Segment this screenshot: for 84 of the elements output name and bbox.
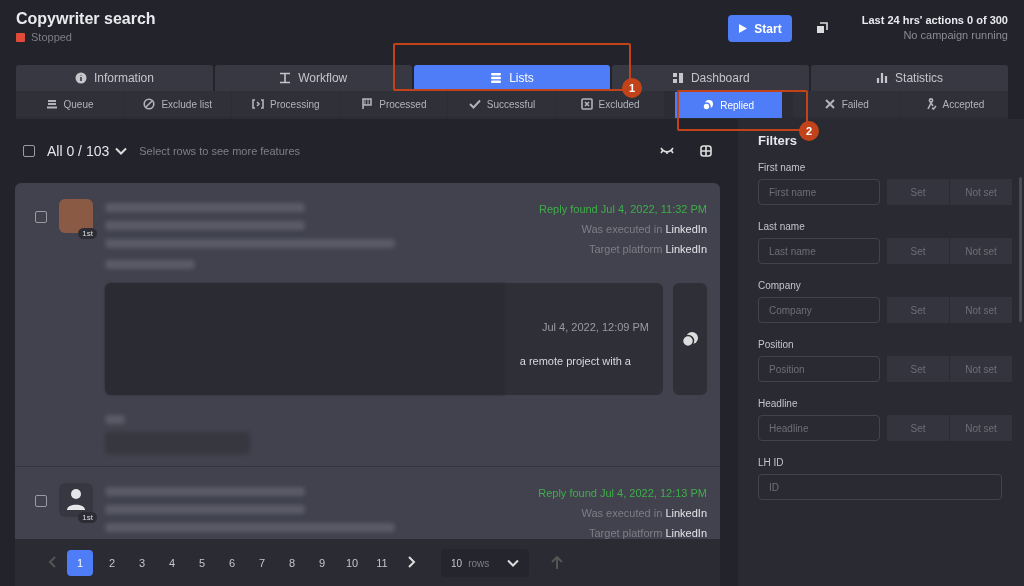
subtab[interactable]: Failed	[792, 91, 900, 117]
chevron-left-icon	[48, 556, 56, 568]
filter-label: Position	[758, 339, 795, 350]
executed-in: Was executed in LinkedIn	[580, 506, 707, 521]
target-platform: Target platform LinkedIn	[588, 242, 707, 257]
chevron-down-icon	[507, 559, 520, 567]
list-icon	[490, 72, 503, 84]
rows-per-page-dropdown[interactable]: 10 rows	[441, 549, 530, 577]
filter-input[interactable]: Last name	[758, 238, 880, 264]
filter-input[interactable]: First name	[758, 179, 880, 205]
chat-icon	[702, 99, 715, 111]
subtab[interactable]: Accepted	[900, 91, 1008, 117]
page-button[interactable]: 11	[367, 550, 397, 576]
subtab[interactable]: Successful	[448, 91, 556, 117]
connection-degree: 1st	[78, 512, 97, 523]
message-date: Jul 4, 2022, 12:09 PM	[542, 321, 649, 333]
filters-title: Filters	[758, 133, 798, 148]
subtab[interactable]: Queue	[16, 91, 124, 117]
grid-icon[interactable]	[700, 145, 712, 157]
page-button[interactable]: 9	[307, 550, 337, 576]
exclude-icon	[580, 98, 593, 110]
target-platform: Target platform LinkedIn	[588, 526, 707, 539]
avatar-silhouette	[59, 483, 93, 517]
copy-icon[interactable]	[815, 22, 828, 34]
reply-status: Reply found Jul 4, 2022, 12:13 PM	[538, 486, 707, 501]
eye-closed-icon[interactable]	[660, 146, 674, 156]
filter-label: First name	[758, 162, 807, 173]
filter-label: LH ID	[758, 457, 785, 468]
page-button[interactable]: 3	[127, 550, 157, 576]
subtab[interactable]: Exclude list	[124, 91, 232, 117]
tab[interactable]: Statistics	[811, 65, 1008, 91]
filter-input[interactable]: Position	[758, 356, 880, 382]
start-button[interactable]: Start	[728, 15, 792, 42]
filter-label: Headline	[758, 398, 799, 409]
page-button[interactable]: 7	[247, 550, 277, 576]
subtab[interactable]: Processed	[340, 91, 448, 117]
tab[interactable]: Workflow	[214, 65, 412, 91]
selection-hint: Select rows to see more features	[139, 145, 302, 157]
tab[interactable]: Lists	[413, 65, 611, 91]
page-button[interactable]: 6	[217, 550, 247, 576]
subtab[interactable]: Processing	[232, 91, 340, 117]
select-all-checkbox[interactable]	[23, 145, 35, 157]
stack-icon	[45, 98, 58, 110]
executed-in: Was executed in LinkedIn	[580, 222, 707, 237]
page-button[interactable]: 1	[67, 550, 93, 576]
chevron-down-icon	[115, 147, 128, 155]
reply-button[interactable]	[673, 283, 707, 395]
filter-input[interactable]: Headline	[758, 415, 880, 441]
tab[interactable]: Information	[16, 65, 213, 91]
blurred-text	[105, 415, 125, 424]
campaign-status: No campaign running	[902, 28, 1008, 43]
chevron-right-icon	[408, 556, 416, 568]
ban-icon	[143, 98, 156, 110]
page-button[interactable]: 5	[187, 550, 217, 576]
page-button[interactable]: 4	[157, 550, 187, 576]
filter-label: Last name	[758, 221, 806, 232]
connection-degree: 1st	[78, 228, 97, 239]
reply-status: Reply found Jul 4, 2022, 11:32 PM	[539, 202, 707, 217]
bar-chart-icon	[876, 72, 889, 84]
info-icon	[74, 72, 87, 84]
campaign-title: Copywriter search	[16, 10, 157, 28]
row-checkbox[interactable]	[35, 495, 47, 507]
subtab[interactable]: Excluded	[556, 91, 664, 117]
scrollbar[interactable]	[1019, 177, 1022, 322]
selection-dropdown[interactable]: All 0 / 103	[47, 143, 128, 159]
check-icon	[468, 98, 481, 110]
close-icon	[823, 98, 836, 110]
filter-label: Company	[758, 280, 802, 291]
filter-input[interactable]: Company	[758, 297, 880, 323]
person-check-icon	[924, 98, 937, 110]
message-text: a remote project with a	[519, 355, 631, 367]
actions-counter: Last 24 hrs' actions 0 of 300	[861, 13, 1008, 28]
page-button[interactable]: 2	[97, 550, 127, 576]
filter-input[interactable]: ID	[758, 474, 1002, 500]
play-icon	[738, 23, 749, 34]
subtab[interactable]: Replied	[674, 92, 782, 118]
status-text: Stopped	[31, 31, 72, 43]
page-button[interactable]: 8	[277, 550, 307, 576]
dashboard-icon	[671, 72, 684, 84]
row-checkbox[interactable]	[35, 211, 47, 223]
status-indicator	[16, 32, 25, 42]
chat-icon	[681, 331, 699, 347]
page-button[interactable]: 10	[337, 550, 367, 576]
flag-icon	[361, 98, 374, 110]
